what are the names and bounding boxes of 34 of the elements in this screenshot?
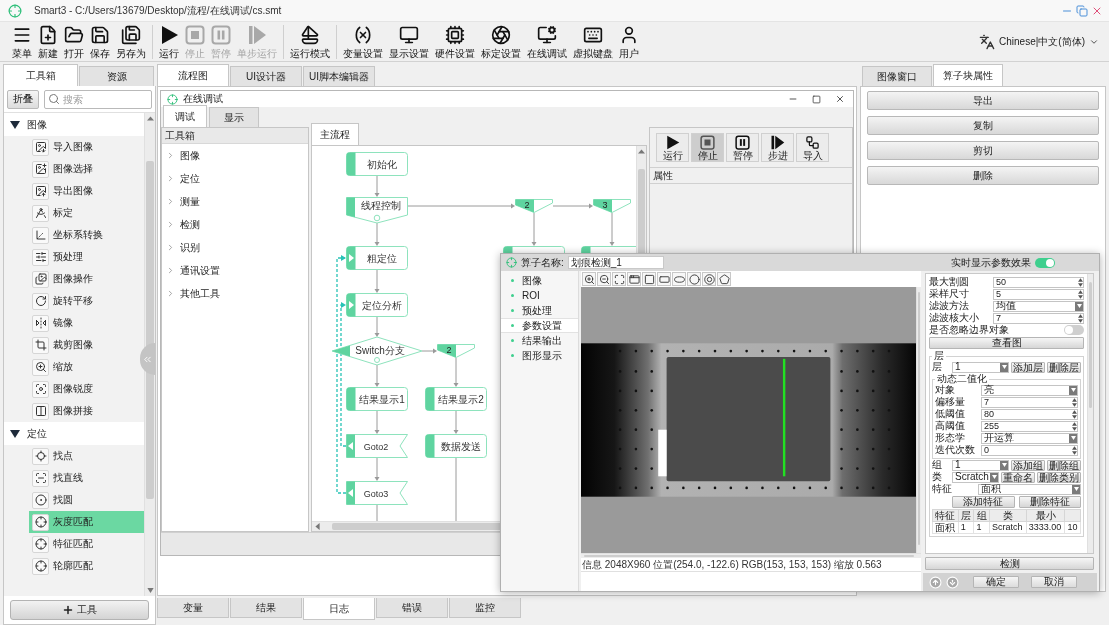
toggle-label: 实时显示参数效果 <box>951 255 1031 270</box>
window-title: Smart3 - C:/Users/13679/Desktop/流程/在线调试/cs.smt <box>34 3 282 18</box>
table-cell: 3333.00 <box>1026 521 1065 534</box>
table-cell: Scratch <box>989 521 1027 534</box>
field-label: 低阈值 <box>935 408 966 420</box>
field-label: 特征 <box>932 483 953 495</box>
panel-header: 工具箱 <box>162 128 308 144</box>
window-title: 在线调试 <box>183 92 223 106</box>
column-header: 特征 <box>932 509 959 522</box>
status-text: 信息 2048X960 位置(254.0, -122.6) RGB(153, 153, 153) 缩放 0.563 <box>581 558 883 571</box>
field-label: 形态学 <box>935 432 966 444</box>
table-cell: 面积 <box>932 521 959 534</box>
group-title: 动态二值化 <box>937 374 987 384</box>
table-cell: 1 <box>973 521 990 534</box>
field-label: 类 <box>932 471 943 483</box>
field-label: 滤波方法 <box>929 300 970 312</box>
field-label: 高阈值 <box>935 420 966 432</box>
field-label: 滤波核大小 <box>929 312 980 324</box>
table-cell: 1 <box>958 521 974 534</box>
column-header: 层 <box>958 509 974 522</box>
field-label: 层 <box>932 361 943 373</box>
field-label: 采样尺寸 <box>929 288 970 300</box>
group-title: 层 <box>933 351 945 361</box>
panel-header: 属性 <box>650 168 852 184</box>
field-label: 最大割圆 <box>929 276 970 288</box>
column-header: 类 <box>989 509 1027 522</box>
field-label: 算子名称: <box>521 255 564 270</box>
field-label: 是否忽略边界对象 <box>929 324 1010 336</box>
table-cell: 10 <box>1064 521 1081 534</box>
field-label: 迭代次数 <box>935 444 976 456</box>
field-label: 组 <box>932 459 943 471</box>
field-label: 偏移量 <box>935 396 966 408</box>
column-header: 最小 <box>1026 509 1065 522</box>
field-label: 对象 <box>935 384 955 396</box>
